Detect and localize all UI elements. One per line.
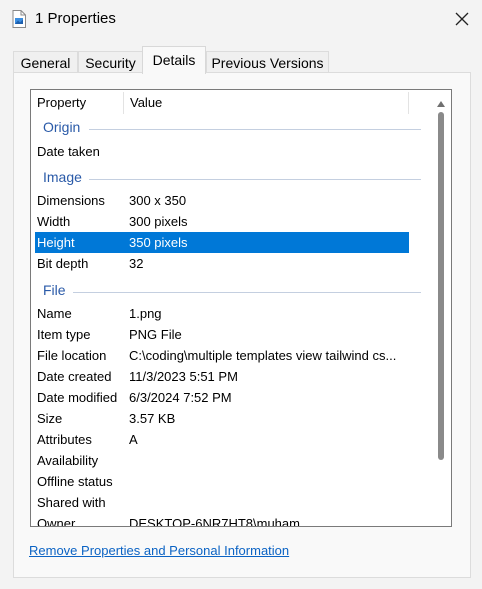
title-bar: 1 Properties bbox=[0, 0, 482, 38]
list-item[interactable]: Attributes A bbox=[31, 429, 409, 450]
column-header-value[interactable]: Value bbox=[124, 90, 408, 115]
column-divider[interactable] bbox=[408, 92, 409, 114]
tab-previous-versions[interactable]: Previous Versions bbox=[206, 51, 329, 72]
close-button[interactable] bbox=[446, 4, 478, 34]
list-item[interactable]: Item type PNG File bbox=[31, 324, 409, 345]
property-value: PNG File bbox=[129, 327, 182, 342]
property-name: Attributes bbox=[37, 432, 92, 447]
list-item[interactable]: File location C:\coding\multiple templat… bbox=[31, 345, 409, 366]
property-name: Date taken bbox=[37, 144, 100, 159]
property-value: 6/3/2024 7:52 PM bbox=[129, 390, 232, 405]
property-value: A bbox=[129, 432, 138, 447]
group-label: Image bbox=[43, 169, 82, 185]
window-title: 1 Properties bbox=[35, 10, 116, 27]
remove-properties-link[interactable]: Remove Properties and Personal Informati… bbox=[29, 543, 289, 558]
property-value: DESKTOP-6NR7HT8\muham... bbox=[129, 516, 311, 527]
property-name: Dimensions bbox=[37, 193, 105, 208]
group-divider bbox=[89, 179, 421, 180]
scroll-up-arrow-icon[interactable] bbox=[437, 94, 445, 112]
properties-list[interactable]: Property Value Origin Date taken Image D… bbox=[30, 89, 452, 527]
property-value: 300 x 350 bbox=[129, 193, 187, 208]
group-divider bbox=[89, 129, 421, 130]
property-name: Availability bbox=[37, 453, 99, 468]
property-name: Bit depth bbox=[37, 256, 89, 271]
property-name: Shared with bbox=[37, 495, 106, 510]
property-value: 350 pixels bbox=[129, 235, 188, 250]
list-item[interactable]: Size 3.57 KB bbox=[31, 408, 409, 429]
list-item[interactable]: Date created 11/3/2023 5:51 PM bbox=[31, 366, 409, 387]
close-icon bbox=[455, 12, 469, 26]
list-item[interactable]: Owner DESKTOP-6NR7HT8\muham... bbox=[31, 513, 409, 527]
group-divider bbox=[73, 292, 421, 293]
list-item[interactable]: Shared with bbox=[31, 492, 409, 513]
group-label: File bbox=[43, 282, 66, 298]
tab-security[interactable]: Security bbox=[78, 51, 143, 72]
group-label: Origin bbox=[43, 119, 81, 135]
property-name: Width bbox=[37, 214, 71, 229]
tab-general[interactable]: General bbox=[13, 51, 78, 72]
property-value: C:\coding\multiple templates view tailwi… bbox=[129, 348, 397, 363]
property-name: Date created bbox=[37, 369, 112, 384]
vertical-scrollbar[interactable] bbox=[431, 90, 451, 526]
property-name: Offline status bbox=[37, 474, 113, 489]
group-header-file[interactable]: File bbox=[31, 280, 426, 304]
property-name: Item type bbox=[37, 327, 91, 342]
list-item[interactable]: Width 300 pixels bbox=[31, 211, 409, 232]
list-item[interactable]: Date taken bbox=[31, 141, 409, 162]
list-item-selected[interactable]: Height 350 pixels bbox=[35, 232, 409, 253]
list-item[interactable]: Name 1.png bbox=[31, 303, 409, 324]
property-name: Date modified bbox=[37, 390, 118, 405]
list-header: Property Value bbox=[31, 90, 451, 115]
property-value: 300 pixels bbox=[129, 214, 188, 229]
property-value: 1.png bbox=[129, 306, 162, 321]
scrollbar-thumb[interactable] bbox=[438, 112, 444, 460]
property-name: File location bbox=[37, 348, 107, 363]
list-item[interactable]: Dimensions 300 x 350 bbox=[31, 190, 409, 211]
property-name: Name bbox=[37, 306, 72, 321]
property-name: Owner bbox=[37, 516, 76, 527]
property-name: Height bbox=[37, 235, 75, 250]
list-item[interactable]: Date modified 6/3/2024 7:52 PM bbox=[31, 387, 409, 408]
group-header-origin[interactable]: Origin bbox=[31, 117, 426, 141]
property-value: 3.57 KB bbox=[129, 411, 176, 426]
list-item[interactable]: Offline status bbox=[31, 471, 409, 492]
group-header-image[interactable]: Image bbox=[31, 167, 426, 191]
property-value: 11/3/2023 5:51 PM bbox=[129, 369, 238, 384]
column-header-property[interactable]: Property bbox=[31, 90, 123, 115]
tab-details[interactable]: Details bbox=[142, 46, 206, 74]
list-item[interactable]: Availability bbox=[31, 450, 409, 471]
image-file-icon bbox=[12, 10, 26, 28]
property-value: 32 bbox=[129, 256, 144, 271]
property-name: Size bbox=[37, 411, 63, 426]
list-item[interactable]: Bit depth 32 bbox=[31, 253, 409, 274]
